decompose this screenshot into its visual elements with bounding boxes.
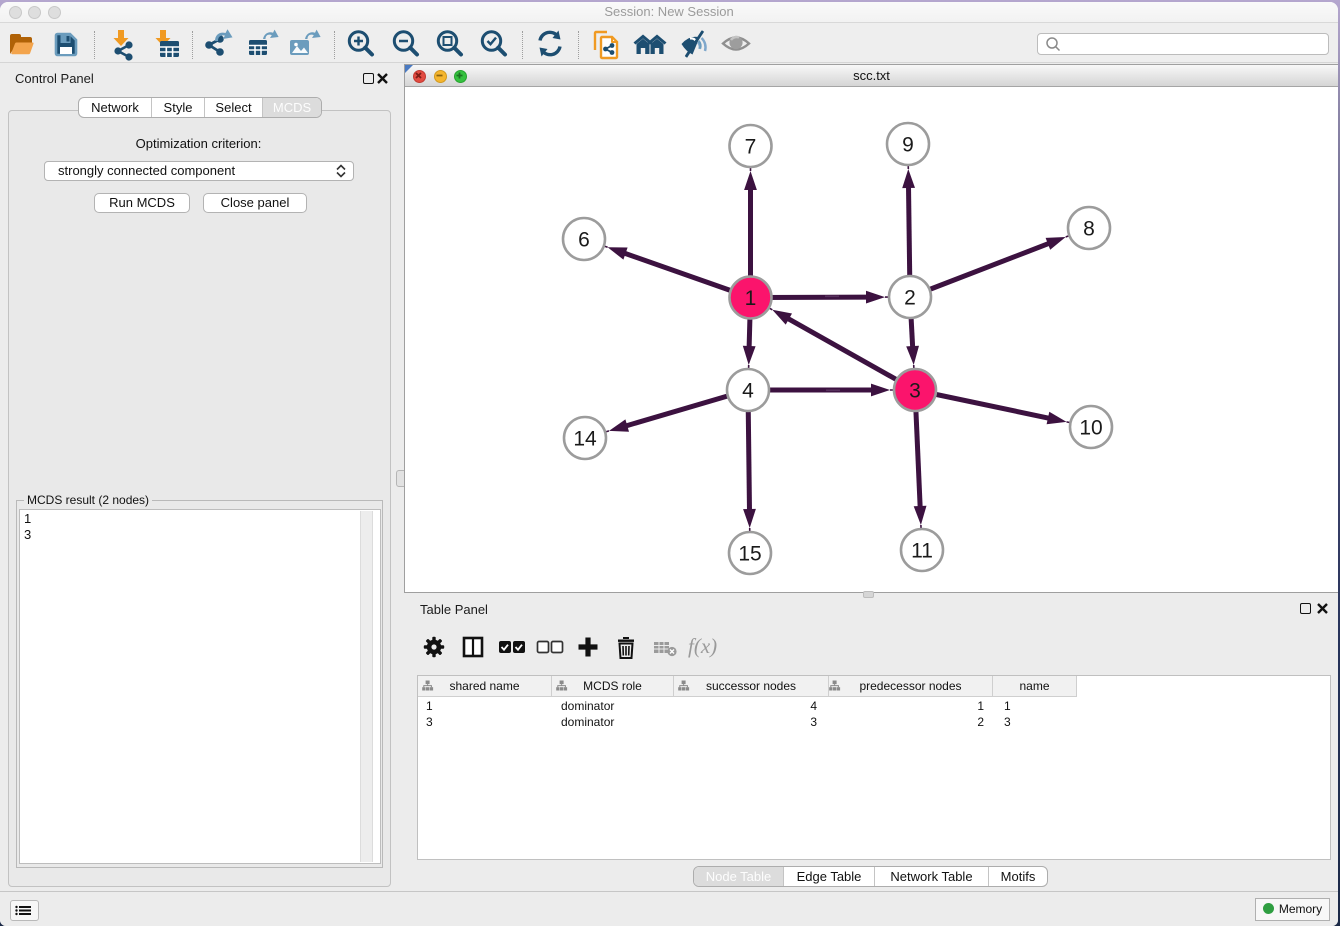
svg-text:2: 2 [904, 287, 916, 310]
svg-text:7: 7 [745, 136, 757, 159]
svg-text:1: 1 [745, 287, 757, 310]
svg-text:3: 3 [909, 380, 921, 403]
svg-text:10: 10 [1079, 417, 1102, 440]
svg-text:8: 8 [1083, 218, 1095, 241]
svg-text:14: 14 [573, 428, 597, 451]
svg-text:4: 4 [742, 380, 754, 403]
svg-text:15: 15 [738, 543, 761, 566]
svg-text:9: 9 [902, 134, 914, 157]
svg-text:11: 11 [911, 540, 933, 563]
svg-text:6: 6 [578, 229, 590, 252]
